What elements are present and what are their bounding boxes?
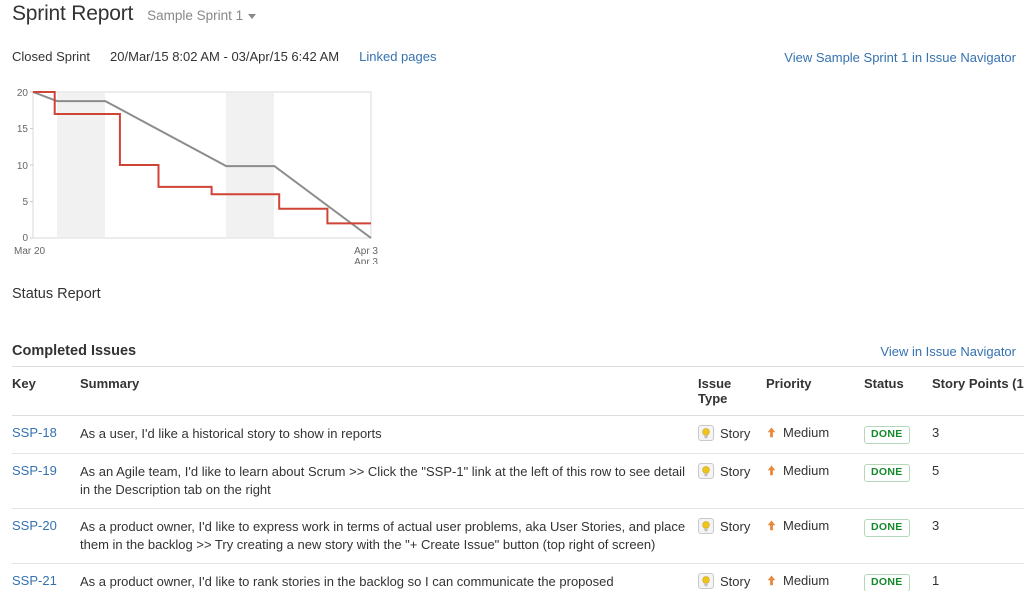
story-icon — [698, 518, 714, 534]
status-badge: DONE — [864, 519, 910, 537]
chart-x-axis: Mar 20 Apr 3 Apr 3 — [14, 246, 378, 264]
story-icon — [698, 463, 714, 479]
completed-issues-tbody: SSP-18 As a user, I'd like a historical … — [12, 415, 1024, 591]
lightbulb-glyph — [702, 520, 710, 531]
table-row[interactable]: SSP-21 As a product owner, I'd like to r… — [12, 563, 1024, 591]
table-row[interactable]: SSP-20 As a product owner, I'd like to e… — [12, 508, 1024, 564]
completed-issues-table-wrap: Key Summary Issue Type Priority Status S… — [12, 366, 1024, 591]
issue-summary: As a user, I'd like a historical story t… — [80, 415, 698, 454]
issue-priority-label: Medium — [783, 463, 830, 478]
view-in-issue-navigator-link[interactable]: View in Issue Navigator — [880, 344, 1016, 359]
sprint-date-range: 20/Mar/15 8:02 AM - 03/Apr/15 6:42 AM — [110, 49, 340, 64]
chevron-down-icon — [248, 14, 257, 19]
issue-story-points: 1 — [932, 563, 1024, 591]
issue-status-cell: DONE — [864, 563, 932, 591]
issue-type-cell: Story — [698, 415, 766, 454]
burndown-chart-svg: 20 15 10 5 0 Mar 20 Apr 3 Apr 3 — [14, 88, 378, 264]
issue-priority-label: Medium — [783, 518, 830, 533]
sprint-state-label: Closed Sprint — [12, 49, 91, 64]
svg-text:Apr 3: Apr 3 — [354, 257, 378, 264]
issue-type-label: Story — [720, 463, 751, 479]
issue-priority-cell: Medium — [766, 415, 864, 454]
column-header-status[interactable]: Status — [864, 366, 932, 416]
burndown-chart: 20 15 10 5 0 Mar 20 Apr 3 Apr 3 — [0, 84, 400, 264]
svg-text:15: 15 — [17, 124, 29, 135]
status-report-title: Status Report — [12, 286, 101, 302]
column-header-summary[interactable]: Summary — [80, 366, 698, 416]
issue-priority-cell: Medium — [766, 563, 864, 591]
story-icon — [698, 425, 714, 441]
table-header-row: Key Summary Issue Type Priority Status S… — [12, 366, 1024, 416]
issue-story-points: 3 — [932, 415, 1024, 454]
priority-medium-arrow-icon — [767, 427, 776, 438]
page-title: Sprint Report — [12, 2, 134, 25]
sprint-meta-row: Closed Sprint 20/Mar/15 8:02 AM - 03/Apr… — [12, 49, 436, 64]
issue-key-link[interactable]: SSP-19 — [12, 463, 57, 478]
status-badge: DONE — [864, 574, 910, 591]
issue-type-label: Story — [720, 518, 751, 534]
lightbulb-glyph — [702, 465, 710, 476]
page-header: Sprint Report Sample Sprint 1 — [12, 2, 257, 26]
priority-medium-arrow-icon — [767, 465, 776, 476]
issue-key-link[interactable]: SSP-20 — [12, 518, 57, 533]
issue-priority-cell: Medium — [766, 453, 864, 509]
svg-text:0: 0 — [22, 233, 28, 244]
issue-type-label: Story — [720, 573, 751, 589]
issue-priority-label: Medium — [783, 425, 830, 440]
svg-text:Mar 20: Mar 20 — [14, 246, 46, 257]
story-icon — [698, 573, 714, 589]
linked-pages-link[interactable]: Linked pages — [359, 49, 436, 64]
issue-priority-label: Medium — [783, 573, 830, 588]
issue-summary: As an Agile team, I'd like to learn abou… — [80, 453, 698, 509]
issue-summary: As a product owner, I'd like to express … — [80, 508, 698, 564]
issue-story-points: 5 — [932, 453, 1024, 509]
svg-text:5: 5 — [22, 197, 28, 208]
sprint-picker-label: Sample Sprint 1 — [147, 8, 244, 23]
column-header-priority[interactable]: Priority — [766, 366, 864, 416]
priority-medium-arrow-icon — [767, 575, 776, 586]
column-header-key[interactable]: Key — [12, 366, 80, 416]
issue-status-cell: DONE — [864, 508, 932, 564]
issue-status-cell: DONE — [864, 453, 932, 509]
sprint-picker-dropdown[interactable]: Sample Sprint 1 — [147, 8, 257, 23]
issue-type-cell: Story — [698, 508, 766, 564]
completed-issues-table: Key Summary Issue Type Priority Status S… — [12, 366, 1024, 591]
table-row[interactable]: SSP-19 As an Agile team, I'd like to lea… — [12, 453, 1024, 509]
issue-story-points: 3 — [932, 508, 1024, 564]
status-badge: DONE — [864, 426, 910, 444]
issue-type-cell: Story — [698, 563, 766, 591]
column-header-story-points[interactable]: Story Points (16) — [932, 366, 1024, 416]
issue-type-label: Story — [720, 425, 751, 441]
lightbulb-glyph — [702, 427, 710, 438]
column-header-issue-type[interactable]: Issue Type — [698, 366, 766, 416]
issue-key-link[interactable]: SSP-21 — [12, 573, 57, 588]
priority-medium-arrow-icon — [767, 520, 776, 531]
issue-priority-cell: Medium — [766, 508, 864, 564]
lightbulb-glyph — [702, 575, 710, 586]
svg-text:20: 20 — [17, 88, 29, 99]
view-sprint-in-issue-navigator-link[interactable]: View Sample Sprint 1 in Issue Navigator — [784, 50, 1016, 65]
svg-text:Apr 3: Apr 3 — [354, 246, 378, 257]
issue-status-cell: DONE — [864, 415, 932, 454]
sprint-report-page: Sprint Report Sample Sprint 1 Closed Spr… — [0, 0, 1024, 591]
status-badge: DONE — [864, 464, 910, 482]
completed-issues-heading: Completed Issues — [12, 343, 137, 359]
table-row[interactable]: SSP-18 As a user, I'd like a historical … — [12, 415, 1024, 454]
issue-key-link[interactable]: SSP-18 — [12, 425, 57, 440]
issue-type-cell: Story — [698, 453, 766, 509]
chart-y-axis: 20 15 10 5 0 — [17, 88, 33, 244]
issue-summary: As a product owner, I'd like to rank sto… — [80, 563, 698, 591]
svg-text:10: 10 — [17, 161, 29, 172]
